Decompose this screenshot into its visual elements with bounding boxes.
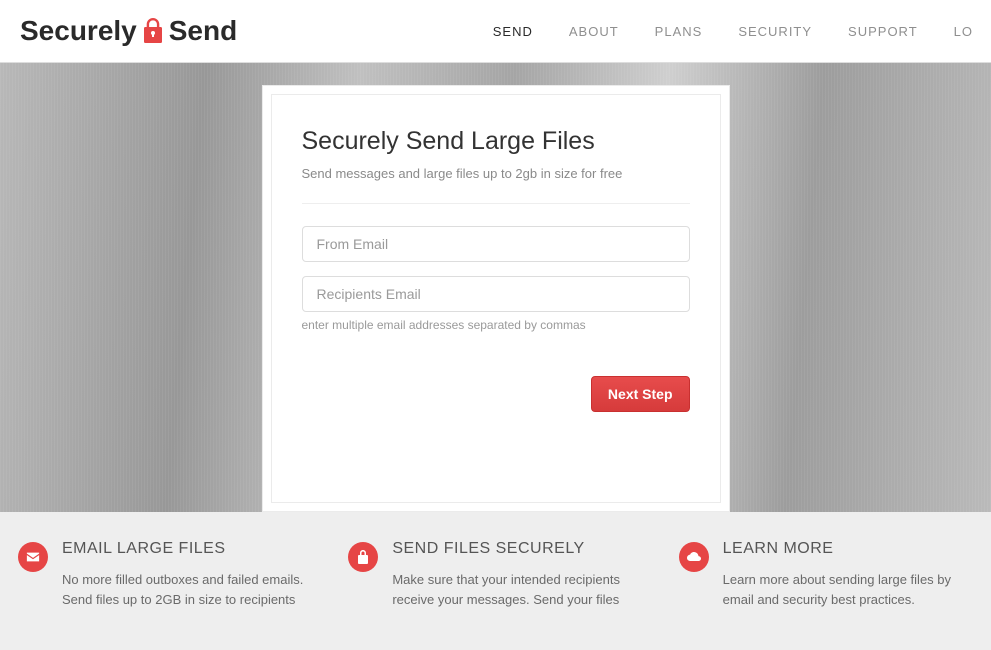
cloud-icon [679, 542, 709, 572]
send-card: Securely Send Large Files Send messages … [262, 85, 730, 512]
logo-text-1: Securely [20, 15, 137, 47]
feature-title: EMAIL LARGE FILES [62, 540, 312, 558]
main-nav: SEND ABOUT PLANS SECURITY SUPPORT LO [475, 4, 991, 59]
nav-about[interactable]: ABOUT [551, 4, 637, 59]
feature-secure: SEND FILES SECURELY Make sure that your … [348, 540, 642, 610]
feature-email: EMAIL LARGE FILES No more filled outboxe… [18, 540, 312, 610]
features-section: EMAIL LARGE FILES No more filled outboxe… [0, 512, 991, 650]
next-step-button[interactable]: Next Step [591, 376, 690, 412]
card-subtitle: Send messages and large files up to 2gb … [302, 166, 690, 181]
nav-security[interactable]: SECURITY [720, 4, 830, 59]
nav-plans[interactable]: PLANS [637, 4, 721, 59]
feature-desc: Make sure that your intended recipients … [392, 570, 642, 610]
nav-support[interactable]: SUPPORT [830, 4, 936, 59]
card-title: Securely Send Large Files [302, 127, 690, 156]
feature-learn: LEARN MORE Learn more about sending larg… [679, 540, 973, 610]
divider [302, 203, 690, 204]
feature-title: LEARN MORE [723, 540, 973, 558]
hero-section: Securely Send Large Files Send messages … [0, 62, 991, 512]
logo[interactable]: Securely Send [20, 15, 237, 47]
from-email-input[interactable] [302, 226, 690, 262]
feature-desc: Learn more about sending large files by … [723, 570, 973, 610]
nav-send[interactable]: SEND [475, 4, 551, 59]
recipients-help-text: enter multiple email addresses separated… [302, 318, 690, 332]
logo-text-2: Send [169, 15, 237, 47]
nav-login[interactable]: LO [936, 4, 991, 59]
button-row: Next Step [302, 376, 690, 412]
header: Securely Send SEND ABOUT PLANS SECURITY … [0, 0, 991, 62]
feature-desc: No more filled outboxes and failed email… [62, 570, 312, 610]
feature-title: SEND FILES SECURELY [392, 540, 642, 558]
lock-solid-icon [348, 542, 378, 572]
send-card-inner: Securely Send Large Files Send messages … [271, 94, 721, 503]
lock-icon [141, 17, 165, 45]
envelope-icon [18, 542, 48, 572]
recipients-email-input[interactable] [302, 276, 690, 312]
